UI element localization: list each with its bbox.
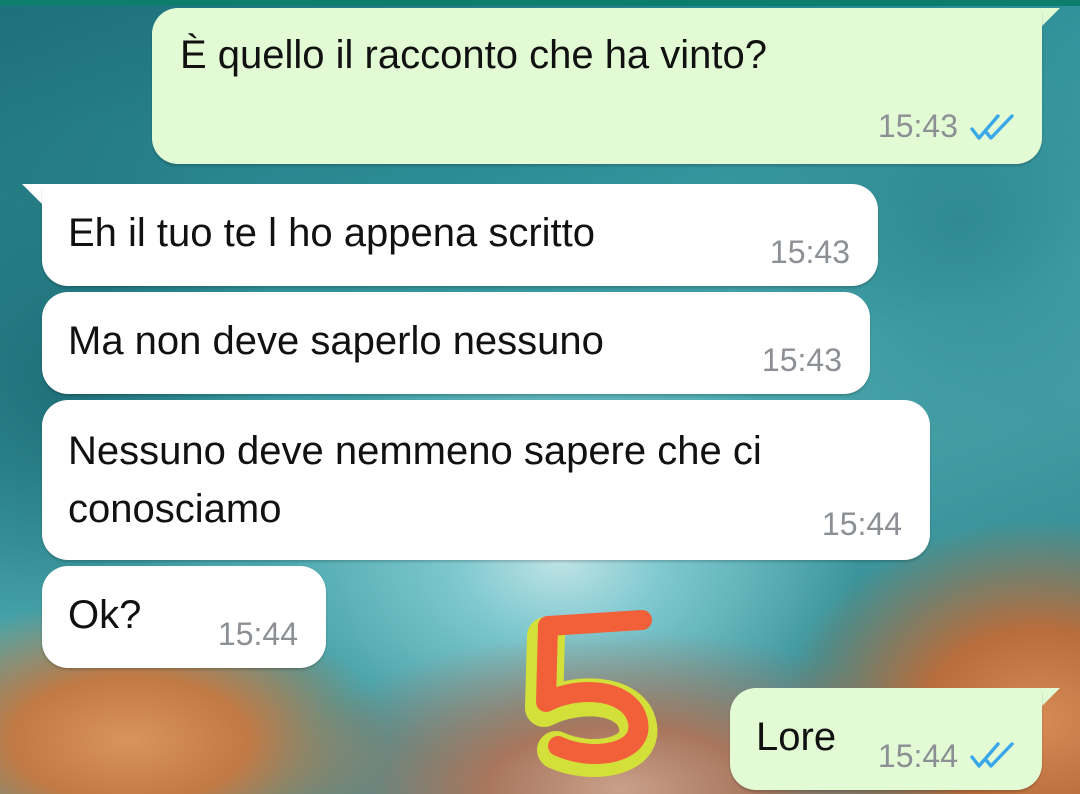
message-bubble-outgoing[interactable]: È quello il racconto che ha vinto? 15:43 xyxy=(152,8,1042,164)
message-text: Ma non deve saperlo nessuno xyxy=(68,319,604,363)
message-time: 15:43 xyxy=(769,234,850,270)
message-bubble-outgoing[interactable]: Lore 15:44 xyxy=(730,688,1042,790)
message-text: Eh il tuo te l ho appena scritto xyxy=(68,211,595,255)
message-text: Ok? xyxy=(68,593,142,637)
message-time: 15:44 xyxy=(821,506,902,542)
message-time: 15:44 xyxy=(217,616,298,652)
message-text-line-2: conosciamo xyxy=(68,487,282,531)
message-time: 15:44 xyxy=(877,738,958,774)
message-bubble-incoming[interactable]: Ok? 15:44 xyxy=(42,566,326,668)
message-bubble-incoming[interactable]: Eh il tuo te l ho appena scritto 15:43 xyxy=(42,184,878,286)
message-bubble-incoming[interactable]: Nessuno deve nemmeno sapere che ci conos… xyxy=(42,400,930,560)
number-five-sticker-icon xyxy=(525,610,658,777)
header-strip xyxy=(0,0,1080,6)
message-time: 15:43 xyxy=(761,342,842,378)
double-check-read-icon xyxy=(970,114,1014,140)
message-bubble-incoming[interactable]: Ma non deve saperlo nessuno 15:43 xyxy=(42,292,870,394)
message-time: 15:43 xyxy=(877,108,958,144)
message-text: È quello il racconto che ha vinto? xyxy=(180,33,768,77)
message-text: Lore xyxy=(756,715,837,759)
message-text-line-1: Nessuno deve nemmeno sapere che ci xyxy=(68,429,762,473)
double-check-read-icon xyxy=(970,742,1014,768)
